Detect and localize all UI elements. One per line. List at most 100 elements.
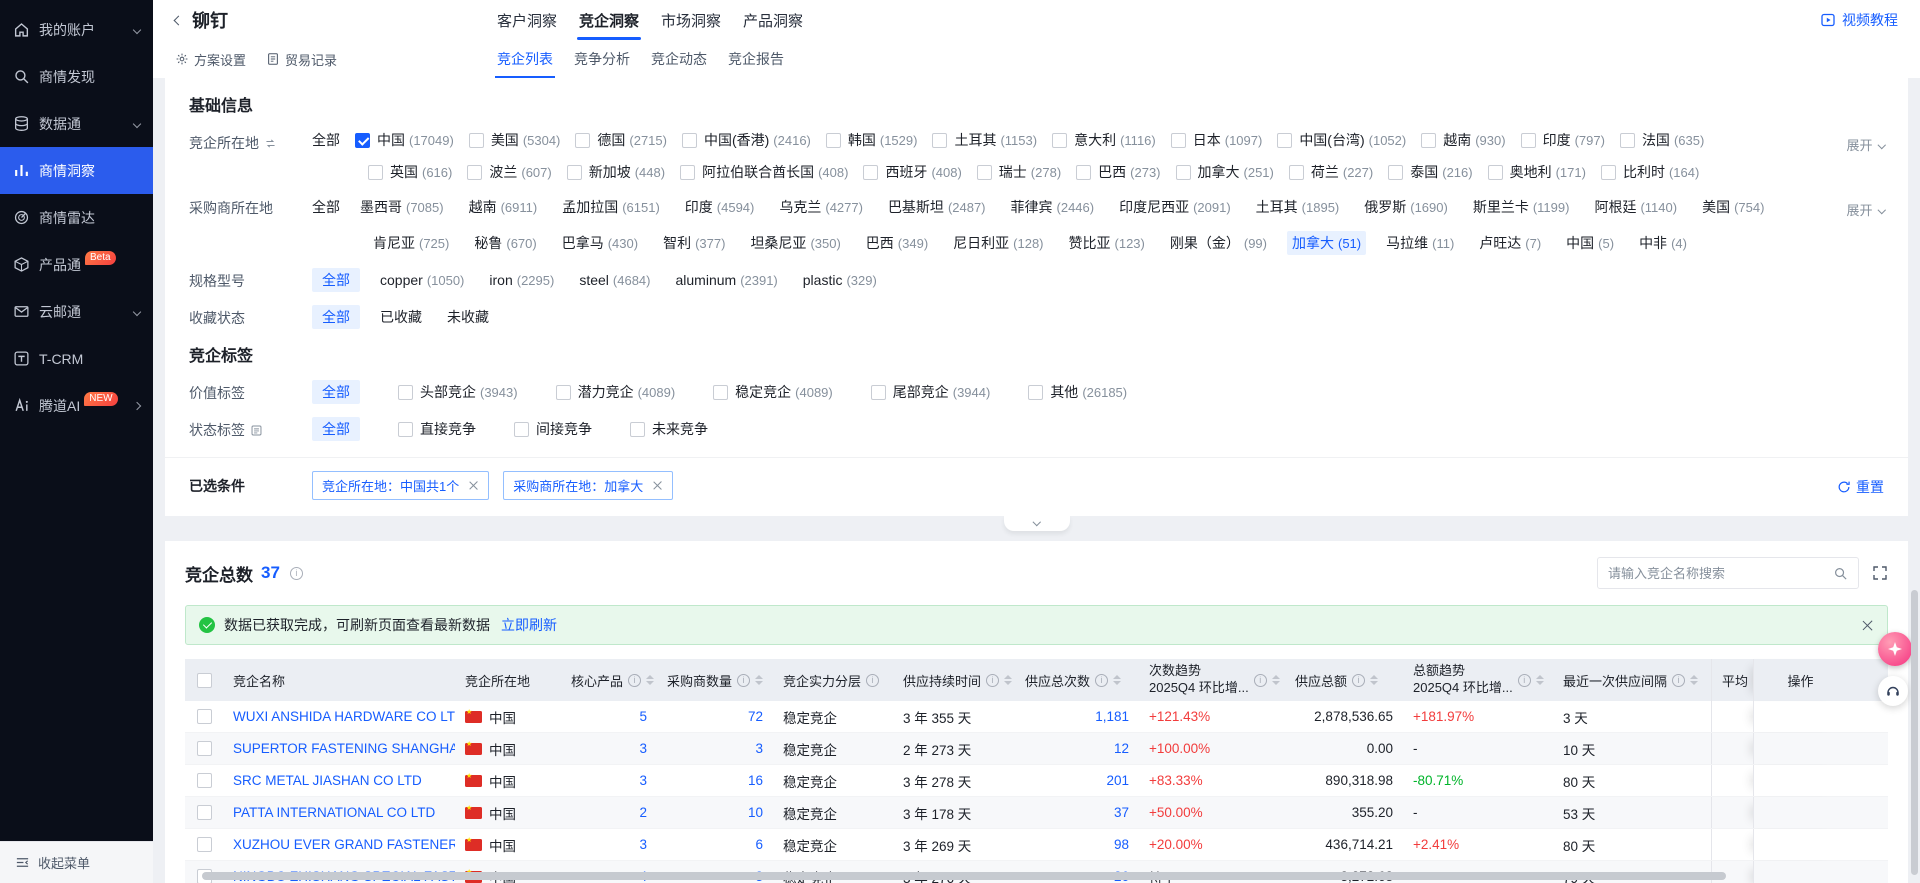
tab-market-insight[interactable]: 市场洞察 — [659, 0, 723, 40]
filter-option[interactable]: 加拿大(251) — [1176, 162, 1274, 182]
sort-icon[interactable] — [646, 675, 654, 685]
filter-option[interactable]: 西班牙(408) — [863, 162, 961, 182]
filter-option[interactable]: 中国(17049) — [355, 130, 454, 150]
filter-option[interactable]: 乌克兰(4277) — [774, 195, 868, 219]
supply-times-link[interactable]: 12 — [1114, 741, 1129, 756]
filter-option[interactable]: 俄罗斯(1690) — [1359, 195, 1453, 219]
sidebar-item-discovery[interactable]: 商情发现 — [0, 53, 153, 100]
supply-times-link[interactable]: 37 — [1114, 805, 1129, 820]
info-icon[interactable] — [290, 567, 303, 580]
buyer-count-link[interactable]: 72 — [748, 709, 763, 724]
filter-option[interactable]: 尼日利亚(128) — [948, 231, 1048, 255]
filter-option[interactable]: 中非(4) — [1634, 231, 1692, 255]
col-core-products[interactable]: 核心产品 — [561, 659, 657, 701]
table-row[interactable]: SUPERTOR FASTENING SHANGHAI... 中国 3 3 稳定… — [185, 733, 1888, 765]
filter-option[interactable]: 尾部竞企(3944) — [871, 382, 991, 402]
subtab-competitor-report[interactable]: 竞企报告 — [726, 40, 786, 78]
sidebar-item-cloud-mail[interactable]: 云邮通 — [0, 288, 153, 335]
fullscreen-icon[interactable] — [1872, 565, 1888, 581]
sort-icon[interactable] — [1536, 675, 1544, 685]
info-icon[interactable] — [1254, 674, 1267, 687]
vertical-scrollbar[interactable] — [1911, 590, 1918, 875]
search-icon[interactable] — [1833, 566, 1848, 581]
info-icon[interactable] — [1518, 674, 1531, 687]
info-icon[interactable] — [986, 674, 999, 687]
filter-option[interactable]: 稳定竞企(4089) — [713, 382, 833, 402]
filter-option[interactable]: 墨西哥(7085) — [355, 195, 449, 219]
core-products-link[interactable]: 5 — [639, 709, 647, 724]
filter-option[interactable]: 奥地利(171) — [1488, 162, 1586, 182]
filter-option[interactable]: 泰国(216) — [1388, 162, 1472, 182]
filter-option[interactable]: 英国(616) — [368, 162, 452, 182]
filter-option[interactable]: 印度(4594) — [680, 195, 760, 219]
info-icon[interactable] — [1352, 674, 1365, 687]
sidebar-item-tcrm[interactable]: T-CRM — [0, 335, 153, 382]
sidebar-item-radar[interactable]: 商情雷达 — [0, 194, 153, 241]
filter-option[interactable]: 阿拉伯联合酋长国(408) — [680, 162, 848, 182]
filter-option-all-selected[interactable]: 全部 — [312, 305, 360, 329]
subtab-competitor-dynamics[interactable]: 竞企动态 — [649, 40, 709, 78]
sidebar-item-my-account[interactable]: 我的账户 — [0, 6, 153, 53]
filter-option[interactable]: 中国(香港)(2416) — [682, 130, 811, 150]
subtab-competitor-list[interactable]: 竞企列表 — [495, 40, 555, 78]
filter-option[interactable]: 中国(5) — [1561, 231, 1619, 255]
filter-option[interactable]: 土耳其(1895) — [1251, 195, 1345, 219]
filter-option[interactable]: 越南(6911) — [464, 195, 543, 219]
promo-float-button[interactable] — [1878, 632, 1912, 666]
filter-option-all[interactable]: 全部 — [312, 130, 340, 150]
filter-option[interactable]: 未收藏 — [442, 305, 494, 329]
search-input[interactable] — [1608, 566, 1833, 581]
sort-icon[interactable] — [1004, 675, 1012, 685]
filter-option[interactable]: 新加坡(448) — [567, 162, 665, 182]
filter-option[interactable]: 印度尼西亚(2091) — [1114, 195, 1236, 219]
company-name-link[interactable]: WUXI ANSHIDA HARDWARE CO LTD — [233, 709, 455, 724]
filter-option[interactable]: 美国(754) — [1697, 195, 1769, 219]
filter-option-all[interactable]: 全部 — [312, 197, 340, 217]
row-checkbox[interactable] — [197, 773, 212, 788]
row-checkbox[interactable] — [197, 837, 212, 852]
row-checkbox[interactable] — [197, 805, 212, 820]
collapse-menu-button[interactable]: 收起菜单 — [0, 841, 153, 883]
sort-icon[interactable] — [755, 675, 763, 685]
back-button[interactable] — [175, 17, 182, 24]
table-row[interactable]: XUZHOU EVER GRAND FASTENERS... 中国 3 6 稳定… — [185, 829, 1888, 861]
col-supply-times[interactable]: 供应总次数 — [1015, 659, 1139, 701]
video-tutorial-link[interactable]: 视频教程 — [1820, 10, 1898, 30]
expand-link[interactable]: 展开 — [1846, 200, 1884, 219]
search-box[interactable] — [1597, 557, 1859, 589]
tab-customer-insight[interactable]: 客户洞察 — [495, 0, 559, 40]
core-products-link[interactable]: 3 — [639, 773, 647, 788]
reset-filters-button[interactable]: 重置 — [1837, 477, 1884, 497]
sort-icon[interactable] — [1272, 675, 1280, 685]
table-row[interactable]: WUXI ANSHIDA HARDWARE CO LTD 中国 5 72 稳定竞… — [185, 701, 1888, 733]
tag-settings-icon[interactable] — [250, 424, 263, 437]
company-name-link[interactable]: SRC METAL JIASHAN CO LTD — [233, 773, 422, 788]
close-icon[interactable] — [1861, 619, 1874, 632]
info-icon[interactable] — [1095, 674, 1108, 687]
sort-icon[interactable] — [1113, 675, 1121, 685]
core-products-link[interactable]: 2 — [639, 805, 647, 820]
filter-option[interactable]: 菲律宾(2446) — [1006, 195, 1100, 219]
filter-option[interactable]: 美国(5304) — [469, 130, 561, 150]
filter-option[interactable]: 韩国(1529) — [826, 130, 918, 150]
sort-icon[interactable] — [1690, 675, 1698, 685]
info-icon[interactable] — [866, 674, 879, 687]
filter-option[interactable]: 头部竞企(3943) — [398, 382, 518, 402]
filter-option[interactable]: 赞比亚(123) — [1064, 231, 1150, 255]
filter-option[interactable]: 直接竞争 — [398, 419, 476, 439]
company-name-link[interactable]: XUZHOU EVER GRAND FASTENERS... — [233, 837, 455, 852]
expand-link[interactable]: 展开 — [1846, 135, 1884, 154]
filter-option[interactable]: 巴基斯坦(2487) — [883, 195, 991, 219]
filter-option-all-selected[interactable]: 全部 — [312, 417, 360, 441]
table-row[interactable]: PATTA INTERNATIONAL CO LTD 中国 2 10 稳定竞企 … — [185, 797, 1888, 829]
filter-option[interactable]: 秘鲁(670) — [469, 231, 541, 255]
select-all-checkbox[interactable] — [197, 673, 212, 688]
customer-service-float-button[interactable] — [1878, 676, 1908, 706]
filter-option[interactable]: 智利(377) — [658, 231, 730, 255]
col-last-supply-interval[interactable]: 最近一次供应间隔 — [1553, 659, 1711, 701]
collapse-filter-panel-button[interactable] — [1004, 516, 1070, 531]
selected-filter-chip[interactable]: 竞企所在地：中国共1个 — [312, 471, 489, 500]
filter-option[interactable]: 阿根廷(1140) — [1589, 195, 1682, 219]
row-checkbox[interactable] — [197, 741, 212, 756]
filter-option[interactable]: 肯尼亚(725) — [368, 231, 454, 255]
